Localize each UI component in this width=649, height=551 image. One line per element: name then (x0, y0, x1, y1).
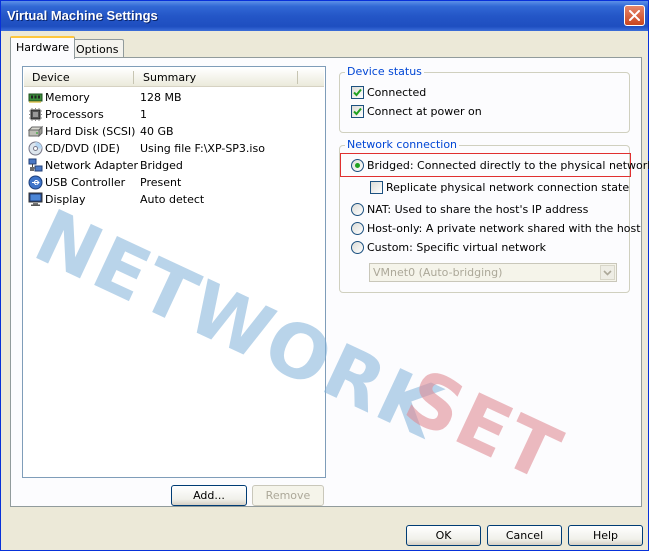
close-button[interactable] (624, 5, 645, 26)
device-summary: 40 GB (140, 125, 174, 138)
title-bar[interactable]: Virtual Machine Settings (1, 1, 648, 31)
device-summary: 128 MB (140, 91, 182, 104)
add-button[interactable]: Add... (171, 485, 247, 506)
device-row-cd-dvd[interactable]: CD/DVD (IDE) Using file F:\XP-SP3.iso (26, 140, 322, 157)
device-rows: Memory 128 MB Processors 1 Hard Disk (SC… (26, 89, 322, 208)
nat-radio[interactable] (351, 203, 364, 216)
host-only-label[interactable]: Host-only: A private network shared with… (367, 222, 641, 235)
device-summary: Using file F:\XP-SP3.iso (140, 142, 265, 155)
device-name: USB Controller (45, 176, 126, 189)
column-header-summary[interactable]: Summary (143, 71, 196, 84)
help-button[interactable]: Help (568, 525, 643, 546)
column-divider[interactable] (133, 71, 134, 84)
device-name: Network Adapter (45, 159, 139, 172)
device-name: Memory (45, 91, 90, 104)
ok-button[interactable]: OK (406, 525, 481, 546)
device-row-hard-disk[interactable]: Hard Disk (SCSI) 40 GB (26, 123, 322, 140)
network-adapter-icon (28, 158, 43, 172)
column-divider[interactable] (297, 71, 298, 84)
usb-icon (28, 175, 43, 190)
device-summary: Bridged (140, 159, 183, 172)
close-icon (629, 10, 640, 21)
settings-window: Virtual Machine Settings Hardware Option… (0, 0, 649, 551)
device-row-processors[interactable]: Processors 1 (26, 106, 322, 123)
bridged-label[interactable]: Bridged: Connected directly to the physi… (367, 159, 649, 172)
tab-options-label: Options (76, 43, 119, 56)
replicate-state-checkbox[interactable] (370, 181, 383, 194)
connected-checkbox[interactable] (351, 86, 364, 99)
connect-at-power-on-checkbox[interactable] (351, 105, 364, 118)
custom-radio[interactable] (351, 241, 364, 254)
device-name: Display (45, 193, 86, 206)
column-header-device[interactable]: Device (32, 71, 70, 84)
device-summary: Auto detect (140, 193, 205, 206)
device-summary: Present (140, 176, 182, 189)
device-list[interactable]: Device Summary Memory 128 MB Processors … (22, 66, 326, 478)
list-header: Device Summary (24, 68, 324, 87)
host-only-radio[interactable] (351, 222, 364, 235)
hard-disk-icon (28, 125, 43, 138)
remove-button[interactable]: Remove (252, 485, 324, 506)
replicate-state-label[interactable]: Replicate physical network connection st… (386, 181, 629, 194)
cd-dvd-icon (28, 141, 43, 156)
network-connection-legend: Network connection (345, 138, 460, 151)
device-row-network-adapter[interactable]: Network Adapter Bridged (26, 157, 322, 174)
processor-icon (29, 108, 42, 121)
tab-hardware-label: Hardware (16, 41, 70, 54)
device-row-memory[interactable]: Memory 128 MB (26, 89, 322, 106)
device-name: CD/DVD (IDE) (45, 142, 120, 155)
memory-icon (28, 93, 43, 103)
device-summary: 1 (140, 108, 147, 121)
checkmark-icon (353, 107, 362, 116)
device-status-group: Device status (339, 65, 630, 133)
connect-at-power-on-label[interactable]: Connect at power on (367, 105, 482, 118)
device-status-legend: Device status (345, 65, 424, 78)
device-name: Hard Disk (SCSI) (45, 125, 136, 138)
custom-label[interactable]: Custom: Specific virtual network (367, 241, 546, 254)
connected-label[interactable]: Connected (367, 86, 426, 99)
device-name: Processors (45, 108, 104, 121)
window-title: Virtual Machine Settings (7, 8, 158, 23)
custom-network-value: VMnet0 (Auto-bridging) (373, 266, 503, 279)
tab-hardware[interactable]: Hardware (10, 36, 76, 59)
chevron-down-icon[interactable] (600, 265, 615, 280)
nat-label[interactable]: NAT: Used to share the host's IP address (367, 203, 588, 216)
device-row-display[interactable]: Display Auto detect (26, 191, 322, 208)
bridged-radio[interactable] (351, 159, 364, 172)
tab-options[interactable]: Options (70, 39, 125, 59)
cancel-button[interactable]: Cancel (487, 525, 562, 546)
custom-network-select[interactable]: VMnet0 (Auto-bridging) (369, 263, 617, 282)
checkmark-icon (353, 88, 362, 97)
device-row-usb-controller[interactable]: USB Controller Present (26, 174, 322, 191)
display-icon (28, 192, 43, 206)
